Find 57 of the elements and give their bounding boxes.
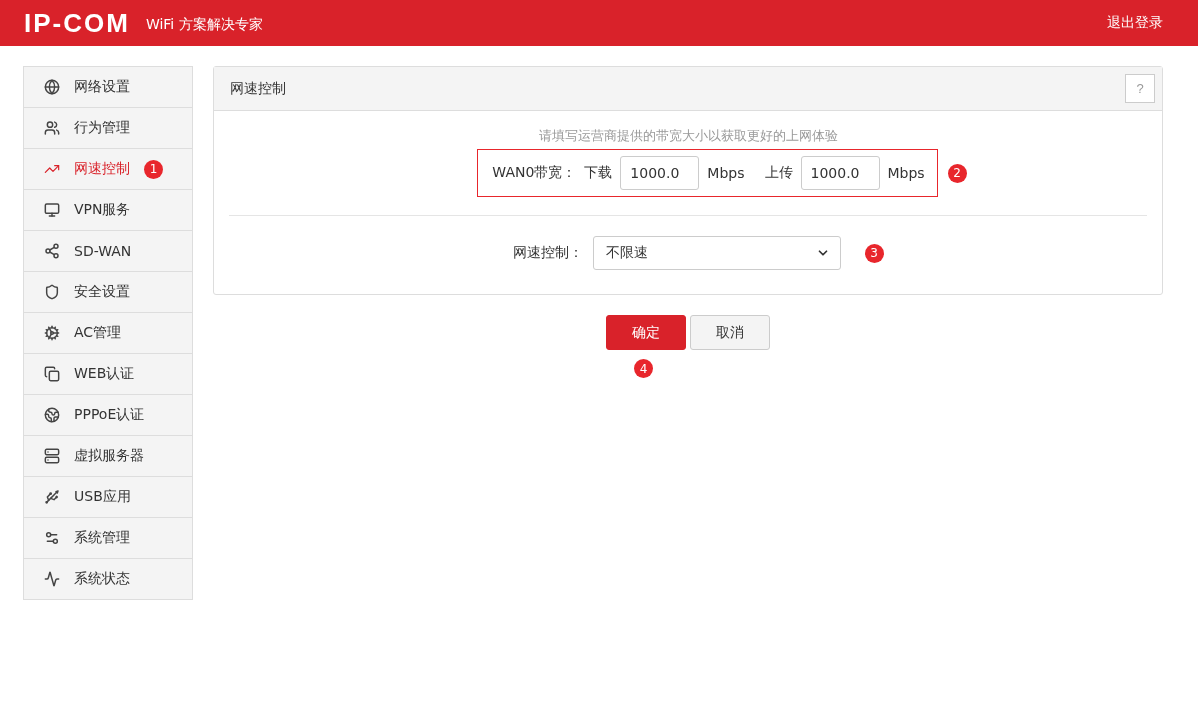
sidebar-label: VPN服务 xyxy=(74,201,131,219)
step-marker: 3 xyxy=(864,243,884,263)
sidebar-item[interactable]: WEB认证 xyxy=(23,354,193,395)
logout-link[interactable]: 退出登录 xyxy=(1107,14,1163,32)
step-marker: 4 xyxy=(634,359,653,378)
sidebar-item[interactable]: USB应用 xyxy=(23,477,193,518)
sidebar-item[interactable]: AC管理 xyxy=(23,313,193,354)
usb-icon xyxy=(44,489,60,505)
sidebar-label: PPPoE认证 xyxy=(74,406,145,424)
sidebar-label: 网络设置 xyxy=(74,78,130,96)
earth-icon xyxy=(44,407,60,423)
server-icon xyxy=(44,448,60,464)
input-field[interactable]: 1000.0 xyxy=(620,156,700,190)
sidebar-item[interactable]: 行为管理 xyxy=(23,108,193,149)
tagline: WiFi 方案解决专家 xyxy=(145,16,263,34)
panel-title: 网速控制 xyxy=(230,79,286,98)
sidebar-label: 安全设置 xyxy=(74,283,130,301)
step-marker: 2 xyxy=(947,163,967,183)
share-nodes-icon xyxy=(44,243,60,259)
sidebar-label: WEB认证 xyxy=(74,365,135,383)
globe-icon xyxy=(44,79,60,95)
confirm-button[interactable]: 确定 xyxy=(606,315,686,350)
sidebar-label: 网速控制 xyxy=(74,160,130,178)
field-label: 上传 xyxy=(764,164,793,182)
select-field[interactable]: 不限速 xyxy=(592,236,841,270)
field-label: 网速控制： xyxy=(512,244,583,262)
logo: IP-COM xyxy=(24,7,130,39)
step-marker: 1 xyxy=(144,159,163,179)
sidebar-label: 系统管理 xyxy=(74,529,130,547)
sidebar-label: USB应用 xyxy=(74,488,131,506)
field-label: WAN0带宽： xyxy=(492,164,577,182)
sidebar-item[interactable]: 虚拟服务器 xyxy=(23,436,193,477)
sidebar-label: AC管理 xyxy=(74,324,122,342)
sidebar-item[interactable]: PPPoE认证 xyxy=(23,395,193,436)
sidebar-item[interactable]: 安全设置 xyxy=(23,272,193,313)
sidebar-item[interactable]: 系统管理 xyxy=(23,518,193,559)
sidebar-item[interactable]: 网络设置 xyxy=(23,66,193,108)
unit-label: Mbps xyxy=(887,165,925,181)
sidebar-label: SD-WAN xyxy=(74,243,132,259)
pulse-icon xyxy=(44,571,60,587)
documents-icon xyxy=(44,366,60,382)
input-field[interactable]: 1000.0 xyxy=(800,156,880,190)
sidebar-item[interactable]: SD-WAN xyxy=(23,231,193,272)
sidebar-label: 系统状态 xyxy=(74,570,130,588)
users-icon xyxy=(44,120,60,136)
sidebar-item[interactable]: 网速控制 1 xyxy=(23,149,193,190)
unit-label: Mbps xyxy=(707,165,745,181)
sidebar-item[interactable]: 系统状态 xyxy=(23,559,193,600)
sidebar-item[interactable]: VPN服务 xyxy=(23,190,193,231)
sidebar-label: 行为管理 xyxy=(74,119,130,137)
field-label: 下载 xyxy=(584,164,613,182)
monitor-icon xyxy=(44,202,60,218)
cancel-button[interactable]: 取消 xyxy=(690,315,770,350)
hint-text: 请填写运营商提供的带宽大小以获取更好的上网体验 xyxy=(537,127,839,145)
sidebar-label: 虚拟服务器 xyxy=(74,447,144,465)
gear-icon xyxy=(44,325,60,341)
shield-icon xyxy=(44,284,60,300)
